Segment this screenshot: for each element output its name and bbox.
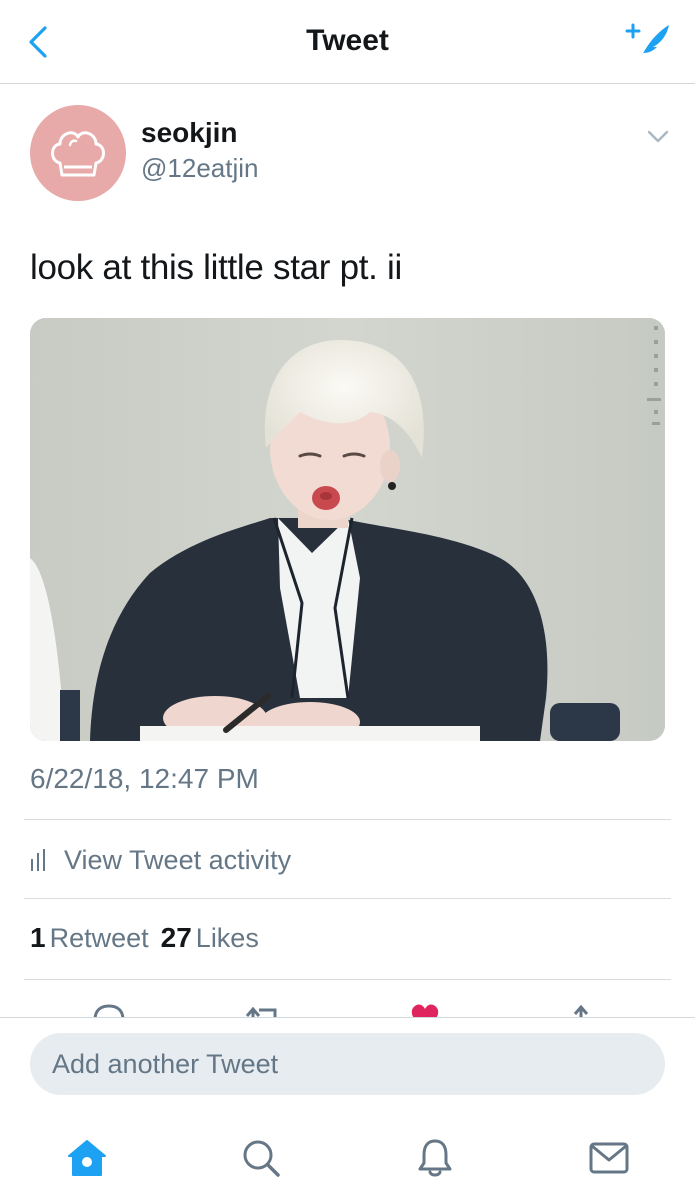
home-icon [68, 1140, 106, 1176]
tweet-timestamp: 6/22/18, 12:47 PM [30, 763, 259, 794]
photo-image [30, 318, 665, 741]
retweet-icon [245, 1006, 277, 1018]
retweet-count[interactable]: 1 [30, 922, 46, 954]
retweet-button[interactable] [238, 1000, 288, 1018]
compose-tweet-icon [625, 23, 669, 61]
tab-home[interactable] [62, 1133, 112, 1183]
bottom-tab-bar [0, 1113, 695, 1200]
avatar[interactable] [30, 105, 126, 201]
search-icon [243, 1140, 280, 1177]
activity-label: View Tweet activity [64, 844, 292, 875]
bar-chart-icon [31, 849, 45, 871]
share-button[interactable] [556, 1000, 606, 1018]
divider [24, 979, 671, 980]
reply-icon [93, 1004, 125, 1018]
retweet-label[interactable]: Retweet [50, 923, 149, 954]
tweet-options-button[interactable] [643, 122, 673, 152]
like-button[interactable] [400, 1000, 450, 1018]
like-count[interactable]: 27 [161, 922, 192, 954]
share-icon [573, 1004, 589, 1018]
tab-search[interactable] [236, 1133, 286, 1183]
page-title: Tweet [306, 24, 389, 57]
view-tweet-activity-button[interactable]: View Tweet activity [30, 838, 291, 882]
likes-label[interactable]: Likes [196, 923, 259, 954]
reply-bar: Add another Tweet [0, 1017, 695, 1113]
author-handle[interactable]: @12eatjin [141, 153, 258, 184]
divider [24, 819, 671, 820]
author-display-name[interactable]: seokjin [141, 117, 237, 149]
like-icon [411, 1004, 439, 1018]
tweet-text: look at this little star pt. ii [30, 248, 402, 287]
chevron-down-icon [647, 130, 669, 143]
chef-hat-icon [51, 131, 105, 177]
bell-icon [418, 1139, 452, 1177]
tweet-stats: 1 Retweet 27 Likes [30, 922, 259, 954]
add-another-tweet-input[interactable]: Add another Tweet [30, 1033, 665, 1095]
reply-button[interactable] [84, 1000, 134, 1018]
compose-tweet-button[interactable] [623, 18, 673, 66]
tab-messages[interactable] [584, 1133, 634, 1183]
divider [24, 898, 671, 899]
tweet-photo[interactable] [30, 318, 665, 741]
top-nav-bar: Tweet [0, 0, 695, 84]
mail-icon [589, 1142, 629, 1174]
tab-notifications[interactable] [410, 1133, 460, 1183]
